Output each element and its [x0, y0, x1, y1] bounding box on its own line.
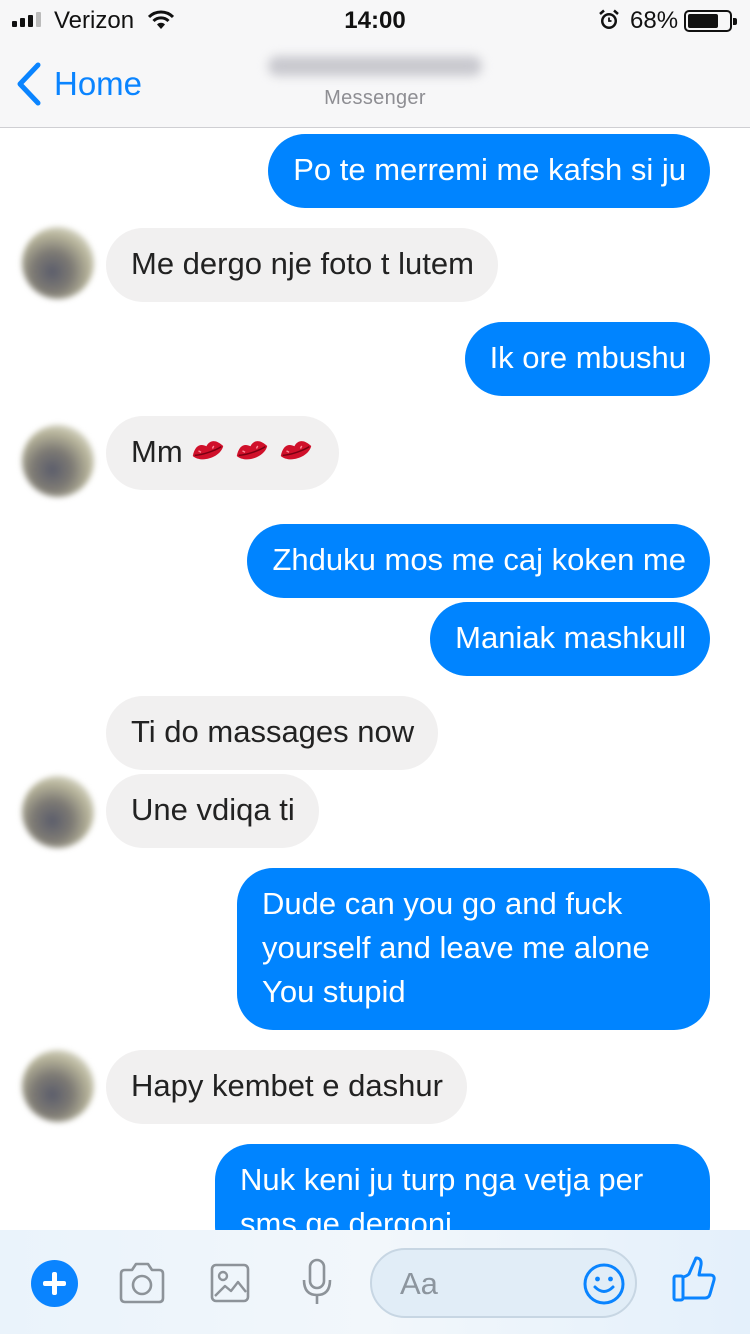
kiss-mark-icon	[236, 441, 267, 460]
nav-subtitle: Messenger	[324, 87, 426, 109]
message-bubble-incoming[interactable]: Ti do massages now	[106, 696, 439, 770]
message-bubble-incoming[interactable]: Hapy kembet e dashur	[106, 1050, 467, 1124]
message-bubble-outgoing[interactable]: Nuk keni ju turp nga vetja per sms qe de…	[215, 1144, 710, 1230]
message-bubble-outgoing[interactable]: Ik ore mbushu	[464, 322, 710, 396]
smiley-icon[interactable]	[582, 1262, 626, 1306]
gallery-icon[interactable]	[209, 1262, 251, 1304]
message-bubble-outgoing[interactable]: Zhduku mos me caj koken me	[247, 524, 710, 598]
message-bubble-outgoing[interactable]: Maniak mashkull	[430, 602, 710, 676]
message-bubble-incoming[interactable]: Mm	[106, 416, 339, 490]
plus-icon[interactable]	[31, 1260, 78, 1307]
contact-name-blurred[interactable]	[268, 56, 482, 76]
microphone-icon[interactable]	[301, 1258, 333, 1306]
message-bubble-outgoing[interactable]: Po te merremi me kafsh si ju	[268, 134, 710, 208]
thumbs-up-icon[interactable]	[671, 1254, 717, 1304]
battery-icon	[684, 10, 737, 32]
composer-bar: Aa	[0, 1230, 750, 1334]
message-bubble-outgoing[interactable]: Dude can you go and fuck yourself and le…	[237, 868, 710, 1030]
contact-avatar[interactable]	[22, 227, 94, 299]
contact-avatar[interactable]	[22, 425, 94, 497]
message-bubble-incoming[interactable]: Me dergo nje foto t lutem	[106, 228, 498, 302]
status-bar: Verizon 14:00 68%	[0, 0, 750, 40]
kiss-mark-icon	[280, 441, 311, 460]
message-text: Mm	[131, 434, 183, 469]
message-input-placeholder: Aa	[400, 1266, 438, 1301]
message-list[interactable]: Po te merremi me kafsh si ju Me dergo nj…	[0, 129, 750, 1230]
kiss-mark-icon	[192, 441, 223, 460]
alarm-icon	[599, 9, 619, 29]
message-input[interactable]: Aa	[370, 1248, 637, 1318]
contact-avatar[interactable]	[22, 1050, 94, 1122]
contact-avatar[interactable]	[22, 776, 94, 848]
navigation-bar: Home Messenger	[0, 40, 750, 128]
camera-icon[interactable]	[117, 1260, 167, 1306]
message-bubble-incoming[interactable]: Une vdiqa ti	[106, 774, 319, 848]
battery-percent: 68%	[630, 7, 679, 34]
